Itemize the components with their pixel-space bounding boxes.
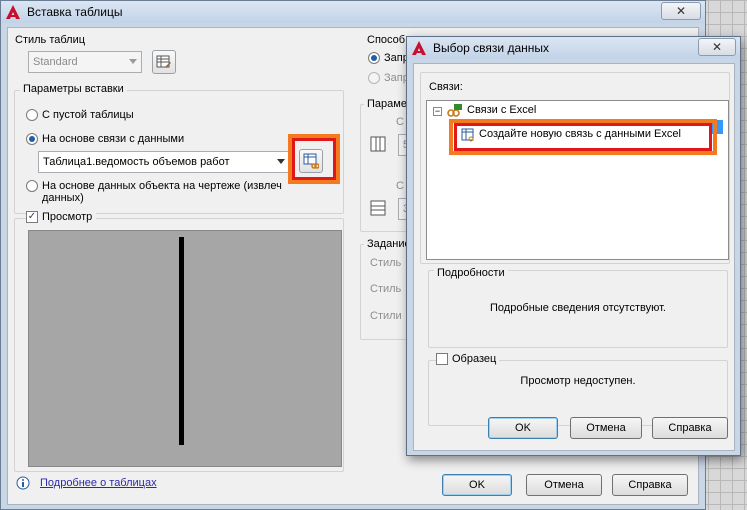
launch-data-link-manager-button[interactable] — [299, 149, 323, 173]
data-link-value: Таблица1.ведомость объемов работ — [43, 156, 230, 168]
details-text: Подробные сведения отсутствуют. — [490, 302, 666, 314]
radio-circle — [26, 109, 38, 121]
table-preview-area — [28, 230, 342, 467]
data-link-manager-icon — [303, 153, 319, 169]
radio-data-link[interactable]: На основе связи с данными — [26, 133, 184, 145]
sample-label: Образец — [452, 353, 497, 365]
help-button[interactable]: Справка — [612, 474, 688, 496]
preview-label: Просмотр — [42, 211, 93, 223]
close-icon: ✕ — [675, 4, 687, 18]
chevron-down-icon — [277, 159, 285, 164]
create-new-excel-link[interactable]: Создайте новую связь с данными Excel — [479, 128, 681, 140]
data-link-titlebar: Выбор связи данных ✕ — [407, 37, 740, 59]
rows-label: С — [396, 180, 404, 192]
data-link-select[interactable]: Таблица1.ведомость объемов работ — [38, 151, 290, 173]
radio-circle — [26, 180, 38, 192]
tree-collapse-icon[interactable]: − — [433, 107, 442, 116]
table-style-select[interactable]: Standard — [28, 51, 142, 73]
sample-text: Просмотр недоступен. — [520, 375, 636, 387]
chevron-down-icon — [129, 59, 137, 64]
table-style-icon — [156, 55, 171, 68]
checkbox-unchecked-icon — [436, 353, 448, 365]
insert-options-label: Параметры вставки — [20, 83, 127, 95]
tree-root-label[interactable]: Связи с Excel — [467, 104, 536, 116]
more-about-tables-link[interactable]: Подробнее о таблицах — [40, 477, 157, 489]
radio-circle-selected — [26, 133, 38, 145]
radio-empty-table[interactable]: С пустой таблицы — [26, 109, 134, 121]
cancel-button[interactable]: Отмена — [526, 474, 602, 496]
data-link-ok-button[interactable]: OK — [488, 417, 558, 439]
autocad-logo-icon — [411, 40, 427, 56]
cell-style-first: Стиль — [370, 257, 402, 269]
select-data-link-dialog: Выбор связи данных ✕ Связи: − Связи с Ex… — [406, 36, 741, 456]
radio-drawing-line1: На основе данных объекта на чертеже (изв… — [42, 180, 282, 192]
insert-table-titlebar: Вставка таблицы ✕ — [1, 1, 705, 23]
links-label: Связи: — [426, 81, 466, 93]
table-style-label: Стиль таблиц — [12, 34, 89, 46]
ok-button[interactable]: OK — [442, 474, 512, 496]
data-link-client: Связи: − Связи с Excel Создайте новую св… — [413, 63, 735, 451]
radio-drawing-line2: данных) — [42, 192, 84, 204]
preview-line — [179, 237, 184, 445]
data-link-title: Выбор связи данных — [433, 41, 550, 55]
help-info-icon — [16, 476, 30, 490]
table-style-value: Standard — [33, 56, 78, 68]
data-links-tree[interactable]: − Связи с Excel Создайте новую связь с д… — [426, 100, 729, 260]
columns-icon — [370, 136, 386, 152]
radio-data-link-label: На основе связи с данными — [42, 133, 185, 145]
radio-drawing-label: На основе данных объекта на чертеже (изв… — [42, 180, 282, 204]
preview-checkbox[interactable]: ✓ Просмотр — [26, 211, 97, 223]
radio-circle-selected — [368, 52, 380, 64]
cell-style-second: Стиль — [370, 283, 402, 295]
table-style-dialog-button[interactable] — [152, 50, 176, 74]
data-link-help-button[interactable]: Справка — [652, 417, 728, 439]
radio-empty-label: С пустой таблицы — [42, 109, 134, 121]
sample-checkbox[interactable]: Образец — [436, 353, 500, 365]
radio-circle — [368, 72, 380, 84]
new-excel-link-icon — [461, 128, 474, 142]
close-icon: ✕ — [711, 40, 723, 54]
details-label: Подробности — [434, 267, 508, 279]
rows-icon — [370, 200, 386, 216]
radio-insertion-window[interactable]: Запр — [368, 72, 409, 84]
checkbox-checked-icon: ✓ — [26, 211, 38, 223]
radio-drawing-data[interactable]: На основе данных объекта на чертеже (изв… — [26, 180, 282, 204]
close-button[interactable]: ✕ — [661, 2, 701, 20]
autocad-logo-icon — [5, 4, 21, 20]
excel-links-icon — [447, 104, 462, 117]
data-link-close-button[interactable]: ✕ — [698, 38, 736, 56]
radio-insertion-point[interactable]: Запр — [368, 52, 409, 64]
window-title: Вставка таблицы — [27, 5, 123, 19]
columns-label: С — [396, 116, 404, 128]
cell-style-other: Стили — [370, 310, 402, 322]
data-link-cancel-button[interactable]: Отмена — [570, 417, 642, 439]
